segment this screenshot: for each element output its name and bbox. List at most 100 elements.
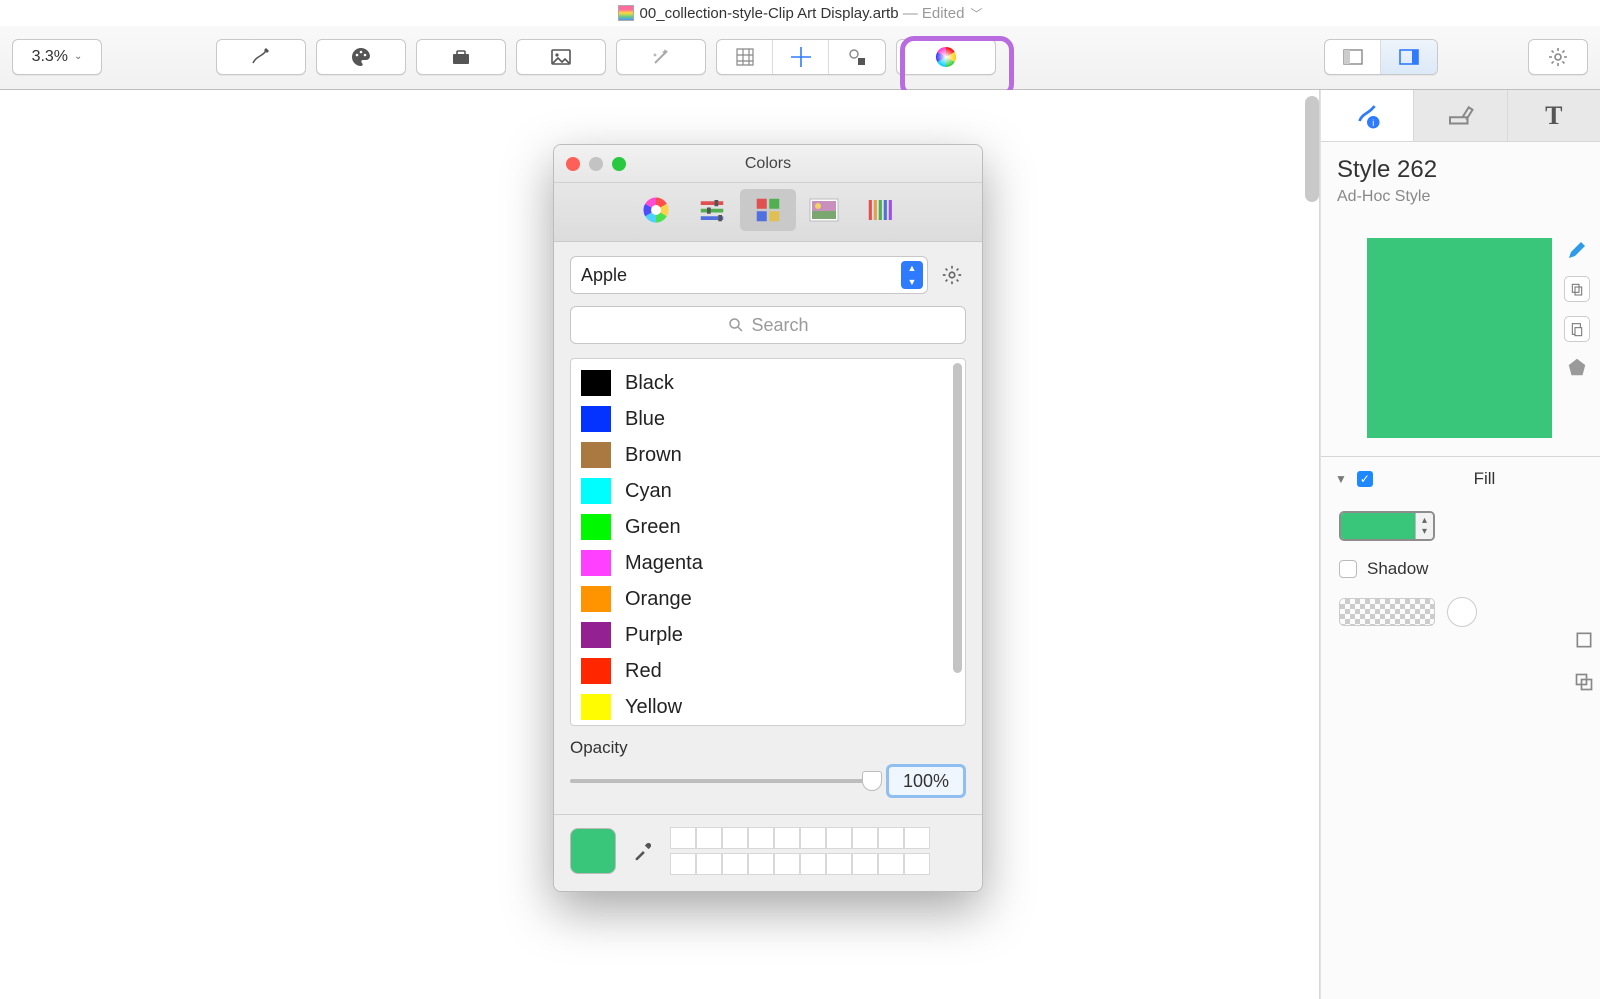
effects-button[interactable] — [616, 39, 706, 75]
color-name: Blue — [625, 408, 665, 431]
color-swatch — [581, 586, 611, 612]
color-well[interactable] — [670, 827, 696, 849]
settings-button[interactable] — [1528, 39, 1588, 75]
style-name: Style 262 — [1337, 156, 1584, 184]
color-name: Brown — [625, 444, 682, 467]
palette-select[interactable]: Apple ▲▼ — [570, 256, 928, 294]
color-well[interactable] — [826, 827, 852, 849]
color-list-item[interactable]: Red — [581, 653, 965, 689]
color-list-item[interactable]: Cyan — [581, 473, 965, 509]
snap-points-toggle[interactable] — [829, 40, 885, 74]
color-search-input[interactable]: Search — [570, 306, 966, 344]
disclosure-triangle-icon[interactable]: ▼ — [1335, 472, 1347, 486]
style-header: Style 262 Ad-Hoc Style — [1321, 142, 1600, 220]
color-list-item[interactable]: Green — [581, 509, 965, 545]
document-filename: 00_collection-style-Clip Art Display.art… — [640, 5, 899, 22]
pencil-path-icon — [249, 45, 273, 69]
paste-style-button[interactable] — [1564, 316, 1590, 342]
inspector-tab-style[interactable]: i — [1321, 90, 1414, 141]
color-well[interactable] — [722, 853, 748, 875]
panel-left-icon — [1341, 45, 1365, 69]
color-well[interactable] — [774, 853, 800, 875]
colors-titlebar[interactable]: Colors — [554, 145, 982, 183]
draw-tool-button[interactable] — [216, 39, 306, 75]
current-color-swatch[interactable] — [570, 828, 616, 874]
window-controls — [566, 157, 626, 171]
opacity-slider[interactable] — [570, 779, 872, 783]
eyedropper-icon[interactable] — [632, 840, 654, 862]
square-outline-icon[interactable] — [1574, 630, 1594, 650]
color-list-item[interactable]: Purple — [581, 617, 965, 653]
inspector-tabs: i T — [1321, 90, 1600, 142]
paint-tool-button[interactable] — [316, 39, 406, 75]
color-list-item[interactable]: Brown — [581, 437, 965, 473]
document-title[interactable]: 00_collection-style-Clip Art Display.art… — [640, 5, 965, 22]
gear-icon — [941, 264, 963, 286]
color-list-item[interactable]: Blue — [581, 401, 965, 437]
inspector-tab-text[interactable]: T — [1508, 90, 1600, 141]
title-dropdown-icon[interactable]: ﹀ — [970, 5, 982, 22]
color-well[interactable] — [800, 853, 826, 875]
pencils-tab[interactable] — [852, 189, 908, 231]
color-well[interactable] — [696, 853, 722, 875]
colors-panel[interactable]: Colors Apple ▲▼ Search — [553, 144, 983, 892]
color-well[interactable] — [904, 853, 930, 875]
color-well[interactable] — [722, 827, 748, 849]
color-well[interactable] — [774, 827, 800, 849]
color-well[interactable] — [748, 853, 774, 875]
shadow-checkbox[interactable] — [1339, 560, 1357, 578]
guides-toggle[interactable] — [773, 40, 829, 74]
color-list-scrollbar[interactable] — [953, 363, 962, 673]
color-sliders-tab[interactable] — [684, 189, 740, 231]
color-wheel-tab[interactable] — [628, 189, 684, 231]
stack-icon[interactable] — [1574, 672, 1594, 692]
fill-section-header[interactable]: ▼ ✓ Fill — [1321, 457, 1600, 501]
color-well[interactable] — [878, 827, 904, 849]
alpha-well[interactable] — [1339, 598, 1435, 626]
edit-pencil-icon[interactable] — [1565, 238, 1589, 262]
fill-color-well[interactable]: ▴▾ — [1339, 511, 1435, 541]
image-button[interactable] — [516, 39, 606, 75]
zoom-dropdown[interactable]: 3.3% ⌄ — [12, 39, 102, 75]
color-wheel-icon — [934, 45, 958, 69]
canvas-scrollbar[interactable] — [1305, 96, 1319, 202]
color-list-item[interactable]: Magenta — [581, 545, 965, 581]
opacity-input[interactable] — [886, 764, 966, 798]
layout-left[interactable] — [1325, 40, 1381, 74]
color-well[interactable] — [904, 827, 930, 849]
color-palettes-tab[interactable] — [740, 189, 796, 231]
layout-right[interactable] — [1381, 40, 1437, 74]
color-name: Yellow — [625, 696, 682, 719]
color-list-item[interactable]: Yellow — [581, 689, 965, 725]
close-window-button[interactable] — [566, 157, 580, 171]
color-picker-button[interactable] — [896, 39, 996, 75]
palette-options-button[interactable] — [938, 261, 966, 289]
color-list-item[interactable]: Orange — [581, 581, 965, 617]
color-list-item[interactable]: Black — [581, 365, 965, 401]
search-icon — [727, 316, 745, 334]
fill-color-stepper[interactable]: ▴▾ — [1415, 513, 1433, 539]
zoom-window-button[interactable] — [612, 157, 626, 171]
image-palettes-tab[interactable] — [796, 189, 852, 231]
pentagon-icon[interactable] — [1566, 356, 1588, 378]
inspector-tab-geometry[interactable] — [1414, 90, 1507, 141]
color-well[interactable] — [670, 853, 696, 875]
image-icon — [549, 45, 573, 69]
angle-knob[interactable] — [1447, 597, 1477, 627]
color-swatch — [581, 406, 611, 432]
color-swatch — [581, 658, 611, 684]
color-well[interactable] — [852, 853, 878, 875]
color-well[interactable] — [748, 827, 774, 849]
color-well[interactable] — [852, 827, 878, 849]
color-well[interactable] — [878, 853, 904, 875]
color-well[interactable] — [826, 853, 852, 875]
palette-stepper[interactable]: ▲▼ — [901, 261, 923, 289]
fill-enabled-checkbox[interactable]: ✓ — [1357, 471, 1373, 487]
copy-style-button[interactable] — [1564, 276, 1590, 302]
library-button[interactable] — [416, 39, 506, 75]
grid-toggle[interactable] — [717, 40, 773, 74]
color-well[interactable] — [800, 827, 826, 849]
opacity-slider-thumb[interactable] — [862, 771, 882, 791]
minimize-window-button[interactable] — [589, 157, 603, 171]
color-well[interactable] — [696, 827, 722, 849]
